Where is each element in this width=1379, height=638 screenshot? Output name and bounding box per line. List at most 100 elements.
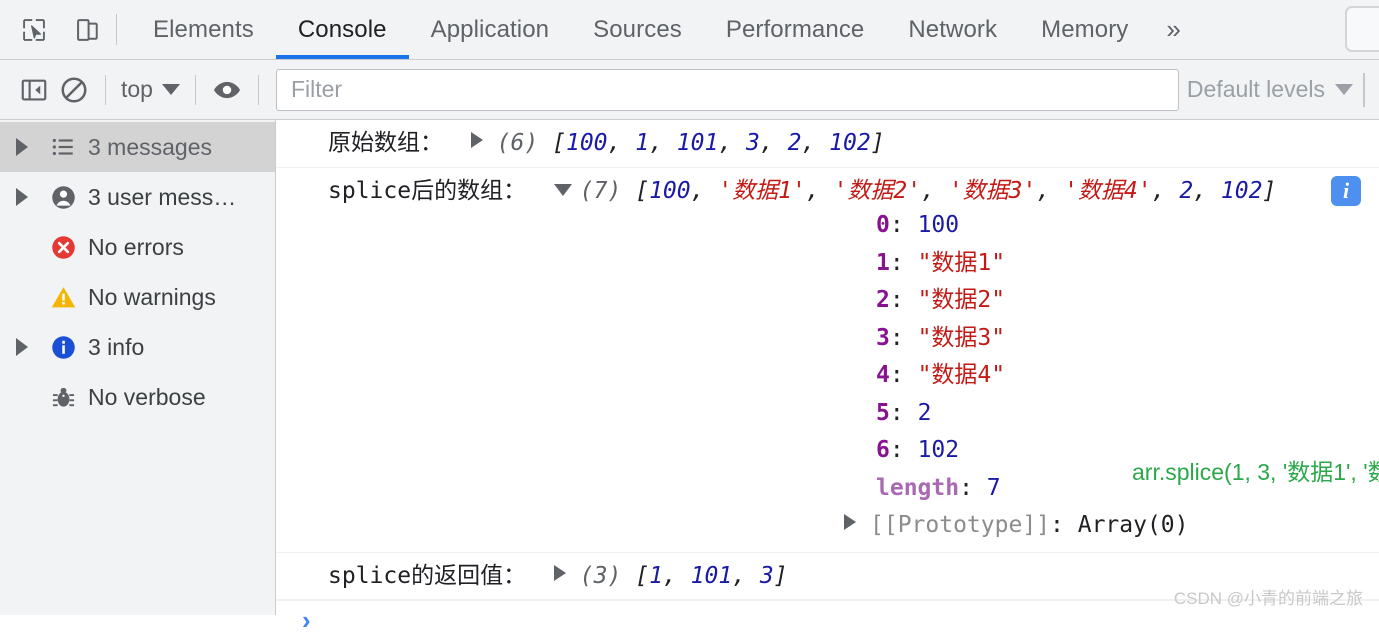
- tab-elements-label: Elements: [153, 15, 254, 43]
- tab-application-label: Application: [430, 15, 550, 43]
- array-item: '数据1': [718, 177, 806, 204]
- property-key: 0: [876, 212, 890, 239]
- sidebar-item-errors[interactable]: No errors: [0, 222, 275, 272]
- array-properties: 0: 100 1: "数据1" 2: "数据2" 3: "数据3" 4: "数据…: [276, 207, 1379, 544]
- execution-context-selector[interactable]: top: [117, 76, 184, 103]
- array-item: 2: [1179, 177, 1194, 204]
- tab-elements[interactable]: Elements: [131, 0, 276, 59]
- console-log-label: splice后的数组：: [328, 177, 527, 204]
- property-key: 4: [876, 362, 890, 389]
- expand-triangle-icon[interactable]: [16, 138, 50, 156]
- property-value: 102: [917, 437, 960, 464]
- more-tabs-icon[interactable]: »: [1150, 0, 1196, 59]
- array-open-bracket: [: [552, 130, 566, 156]
- tab-network[interactable]: Network: [886, 0, 1019, 59]
- info-badge-icon[interactable]: i: [1331, 175, 1361, 206]
- expand-triangle-icon[interactable]: [16, 188, 50, 206]
- chevron-down-icon: [161, 84, 180, 95]
- tab-console[interactable]: Console: [275, 0, 409, 59]
- console-message[interactable]: splice后的数组： (7) [ 100, '数据1', '数据2', '数据…: [276, 168, 1379, 553]
- tab-network-label: Network: [908, 15, 998, 43]
- array-open-bracket: [: [635, 177, 650, 204]
- device-toolbar-icon[interactable]: [68, 10, 108, 50]
- property-value: "数据4": [917, 362, 1006, 389]
- array-item: '数据4': [1064, 177, 1152, 204]
- array-length-badge: (6): [496, 130, 539, 156]
- tabbar-tool-icons: [0, 0, 108, 59]
- log-levels-value: Default levels: [1186, 76, 1325, 102]
- info-icon: [50, 334, 88, 361]
- sidebar-item-label: No verbose: [88, 383, 206, 410]
- property-value: 100: [917, 212, 960, 239]
- prompt-chevron-icon: ›: [302, 604, 311, 635]
- array-item: 1: [635, 130, 650, 156]
- tab-performance-label: Performance: [725, 15, 865, 43]
- sidebar-item-label: No errors: [88, 233, 184, 260]
- tab-console-label: Console: [297, 15, 387, 43]
- sidebar-item-verbose[interactable]: No verbose: [0, 372, 275, 422]
- property-key: 5: [876, 399, 890, 426]
- sidebar-item-info[interactable]: 3 info: [0, 322, 275, 372]
- tabbar-overflow-panel[interactable]: [1345, 6, 1379, 52]
- expand-triangle-icon[interactable]: [16, 338, 50, 356]
- toolbar-divider-1: [105, 74, 106, 105]
- toolbar-divider-3: [257, 74, 259, 105]
- tab-sources[interactable]: Sources: [571, 0, 704, 59]
- array-property-row: 1: "数据1": [276, 245, 1379, 282]
- clear-console-icon[interactable]: [54, 70, 94, 110]
- annotation-text: arr.splice(1, 3, '数据1', '数据2', '数据3', '数…: [1132, 459, 1379, 485]
- bug-icon: [50, 384, 88, 411]
- console-message[interactable]: 原始数组： (6) [ 100, 1, 101, 3, 2, 102 ]: [276, 120, 1379, 168]
- array-item: 3: [746, 130, 760, 156]
- sidebar-item-warnings[interactable]: No warnings: [0, 272, 275, 322]
- filter-placeholder: Filter: [290, 76, 343, 102]
- array-property-row: 2: "数据2": [276, 282, 1379, 319]
- inspect-cursor-icon[interactable]: [14, 10, 54, 50]
- devtools-tablist: Elements Console Application Sources Per…: [131, 0, 1197, 59]
- property-value: "数据2": [917, 287, 1006, 314]
- tab-sources-label: Sources: [593, 15, 682, 43]
- array-close-bracket: ]: [1262, 177, 1277, 204]
- array-item: 101: [676, 130, 719, 156]
- property-key: 1: [876, 249, 890, 276]
- expand-triangle-icon[interactable]: [553, 558, 580, 591]
- array-property-row: 4: "数据4": [276, 357, 1379, 394]
- sidebar-item-messages[interactable]: 3 messages: [0, 122, 275, 172]
- toolbar-divider-4: [1363, 72, 1365, 107]
- property-key: 3: [876, 324, 890, 351]
- tab-memory[interactable]: Memory: [1019, 0, 1150, 59]
- tab-application[interactable]: Application: [409, 0, 572, 59]
- sidebar-item-label: No warnings: [88, 283, 216, 310]
- array-property-row: 3: "数据3": [276, 320, 1379, 357]
- sidebar-item-label: 3 user mess…: [88, 183, 237, 210]
- list-icon: [50, 134, 88, 160]
- tab-performance[interactable]: Performance: [704, 0, 887, 59]
- property-value: 7: [986, 474, 1001, 501]
- sidebar-item-label: 3 info: [88, 333, 145, 360]
- info-badge-label: i: [1342, 177, 1350, 203]
- expand-triangle-icon[interactable]: [470, 125, 497, 158]
- prototype-value: Array(0): [1077, 512, 1189, 539]
- array-item: '数据2': [833, 177, 922, 204]
- error-icon: [50, 234, 88, 261]
- sidebar-item-user-messages[interactable]: 3 user mess…: [0, 172, 275, 222]
- collapse-triangle-icon[interactable]: [553, 173, 580, 206]
- property-value: "数据1": [917, 249, 1006, 276]
- property-key: 2: [876, 287, 890, 314]
- array-prototype-row[interactable]: [[Prototype]]: Array(0): [276, 507, 1379, 544]
- console-log-label: 原始数组：: [328, 130, 443, 156]
- array-length-badge: (7): [579, 177, 622, 204]
- property-value: "数据3": [917, 324, 1006, 351]
- array-length-badge: (3): [579, 562, 622, 589]
- toolbar-divider-2: [194, 74, 196, 105]
- expand-triangle-icon[interactable]: [844, 505, 870, 542]
- property-key: 6: [876, 437, 890, 464]
- show-console-sidebar-icon[interactable]: [14, 70, 54, 110]
- more-tabs-label: »: [1166, 14, 1181, 44]
- array-item: 102: [829, 130, 871, 156]
- filter-input[interactable]: Filter: [275, 68, 1179, 111]
- live-expression-eye-icon[interactable]: [207, 70, 247, 110]
- user-icon: [50, 184, 88, 211]
- tab-memory-label: Memory: [1041, 15, 1129, 43]
- log-levels-selector[interactable]: Default levels: [1187, 76, 1363, 103]
